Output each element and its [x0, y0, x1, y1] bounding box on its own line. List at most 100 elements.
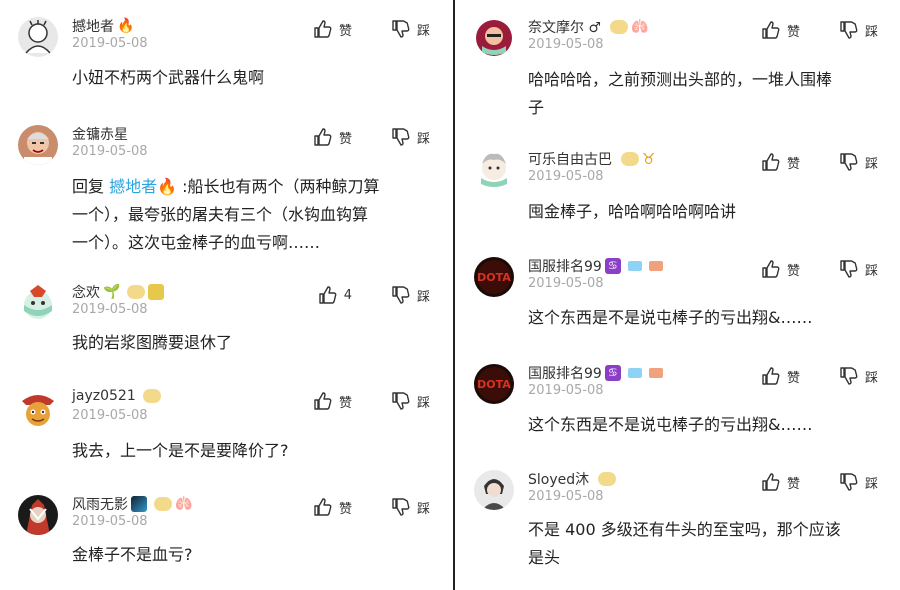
timestamp: 2019-05-08	[528, 383, 604, 398]
comment-text: 哈哈哈哈，之前预测出头部的，一堆人围棒 子	[528, 66, 876, 122]
comment-item: DOTA 国服排名99 ♋ 2019-05-08 赞 踩 这个东西是不是说屯棒子的…	[456, 364, 900, 454]
like-button[interactable]: 赞	[761, 472, 800, 492]
level-badge	[142, 389, 161, 403]
username[interactable]: 念欢 🌱	[72, 282, 165, 302]
mention-link[interactable]: 撼地者🔥	[109, 177, 177, 196]
thumbs-up-icon	[762, 367, 780, 385]
comment-item: 风雨无影 🫁 2019-05-08 赞 踩 金棒子不是血亏?	[0, 495, 452, 575]
avatar[interactable]	[18, 17, 58, 57]
dislike-button[interactable]: 踩	[391, 391, 430, 411]
flag-icon	[648, 261, 663, 271]
dislike-button[interactable]: 踩	[839, 20, 878, 40]
avatar[interactable]	[474, 150, 514, 190]
comment-item: 奈文摩尔 ♂ 🫁 2019-05-08 赞 踩 哈哈哈哈，之前预测出头部的，一堆人…	[456, 18, 900, 128]
comment-screenshot: 撼地者 🔥 2019-05-08 赞 踩 小妞不朽两个武器什么鬼啊 金镛赤星 20…	[0, 0, 900, 590]
comment-line: 是头	[528, 548, 561, 567]
level-badge	[598, 472, 617, 486]
diamond-icon	[627, 368, 642, 378]
comment-line: 子	[528, 98, 545, 117]
username[interactable]: 可乐自由古巴 ♉	[528, 149, 655, 169]
like-button[interactable]: 赞	[313, 127, 352, 147]
thumbs-up-icon	[319, 286, 337, 304]
fire-icon: 🔥	[117, 18, 135, 34]
thumbs-down-icon	[840, 260, 858, 278]
avatar[interactable]	[18, 389, 58, 429]
svg-text:DOTA: DOTA	[477, 271, 511, 284]
comment-text: 不是 400 多级还有牛头的至宝吗，那个应该 是头	[528, 516, 876, 572]
dislike-button[interactable]: 踩	[839, 472, 878, 492]
thumbs-down-icon	[840, 367, 858, 385]
avatar[interactable]	[18, 125, 58, 165]
thumbs-down-icon	[392, 286, 410, 304]
thumbs-down-icon	[840, 21, 858, 39]
reply-prefix: 回复	[72, 177, 110, 196]
thumbs-up-icon	[762, 473, 780, 491]
comment-item: 可乐自由古巴 ♉ 2019-05-08 赞 踩 囤金棒子，哈哈啊哈哈啊哈讲	[456, 150, 900, 240]
comment-line: 不是 400 多级还有牛头的至宝吗，那个应该	[528, 520, 841, 539]
level-badge	[610, 20, 629, 34]
avatar[interactable]	[474, 470, 514, 510]
taurus-icon: ♉	[642, 150, 656, 168]
comment-item: 撼地者 🔥 2019-05-08 赞 踩 小妞不朽两个武器什么鬼啊	[0, 17, 452, 117]
timestamp: 2019-05-08	[72, 302, 148, 317]
like-button[interactable]: 赞	[313, 19, 352, 39]
dislike-button[interactable]: 踩	[839, 366, 878, 386]
avatar[interactable]	[474, 18, 514, 58]
column-divider	[453, 0, 455, 590]
timestamp: 2019-05-08	[72, 514, 148, 529]
sprout-icon: 🌱	[103, 284, 121, 300]
username[interactable]: 奈文摩尔 ♂ 🫁	[528, 17, 648, 37]
username[interactable]: jayz0521	[72, 388, 161, 404]
level-badge	[127, 285, 146, 299]
thumbs-up-icon	[762, 260, 780, 278]
timestamp: 2019-05-08	[72, 36, 148, 51]
username[interactable]: Sloyed沐	[528, 469, 617, 489]
avatar[interactable]: DOTA	[474, 257, 514, 297]
thumbs-down-icon	[392, 498, 410, 516]
level-badge	[154, 497, 172, 511]
comment-item: jayz0521 2019-05-08 赞 踩 我去，上一个是不是要降价了?	[0, 388, 452, 469]
like-button[interactable]: 赞	[761, 259, 800, 279]
username[interactable]: 撼地者 🔥	[72, 16, 134, 36]
like-button[interactable]: 4	[318, 285, 352, 305]
dislike-button[interactable]: 踩	[391, 19, 430, 39]
like-button[interactable]: 赞	[761, 152, 800, 172]
dislike-button[interactable]: 踩	[839, 259, 878, 279]
thumbs-down-icon	[392, 128, 410, 146]
username[interactable]: 风雨无影 🫁	[72, 494, 192, 514]
gold-medal-icon	[148, 284, 165, 300]
timestamp: 2019-05-08	[72, 408, 148, 423]
like-count: 4	[343, 287, 352, 303]
like-button[interactable]: 赞	[313, 391, 352, 411]
avatar[interactable]	[18, 495, 58, 535]
dislike-button[interactable]: 踩	[391, 127, 430, 147]
thumbs-up-icon	[314, 498, 332, 516]
right-column: 奈文摩尔 ♂ 🫁 2019-05-08 赞 踩 哈哈哈哈，之前预测出头部的，一堆人…	[456, 0, 900, 590]
comment-line: 一个），最夸张的屠夫有三个（水钩血钩算	[72, 205, 369, 224]
dislike-button[interactable]: 踩	[391, 285, 430, 305]
svg-text:DOTA: DOTA	[477, 378, 511, 391]
like-button[interactable]: 赞	[761, 20, 800, 40]
lungs-icon: 🫁	[631, 19, 649, 35]
comment-item: 金镛赤星 2019-05-08 赞 踩 回复 撼地者🔥 :船长也有两个（两种鲸刀…	[0, 125, 452, 265]
comment-text: 我去，上一个是不是要降价了?	[72, 441, 289, 460]
dislike-button[interactable]: 踩	[839, 152, 878, 172]
comment-item: 念欢 🌱 2019-05-08 4 踩 我的岩浆图腾要退休了	[0, 283, 452, 363]
dislike-button[interactable]: 踩	[391, 497, 430, 517]
avatar[interactable]	[18, 283, 58, 323]
avatar[interactable]: DOTA	[474, 364, 514, 404]
username[interactable]: 金镛赤星	[72, 124, 128, 144]
sky-badge	[131, 496, 147, 512]
comment-text: 回复 撼地者🔥 :船长也有两个（两种鲸刀算 一个），最夸张的屠夫有三个（水钩血钩…	[72, 173, 428, 257]
thumbs-down-icon	[840, 153, 858, 171]
timestamp: 2019-05-08	[72, 144, 148, 159]
like-button[interactable]: 赞	[761, 366, 800, 386]
like-button[interactable]: 赞	[313, 497, 352, 517]
comment-item: Sloyed沐 2019-05-08 赞 踩 不是 400 多级还有牛头的至宝吗…	[456, 470, 900, 580]
timestamp: 2019-05-08	[528, 169, 604, 184]
username[interactable]: 国服排名99 ♋	[528, 256, 663, 276]
timestamp: 2019-05-08	[528, 489, 604, 504]
username[interactable]: 国服排名99 ♋	[528, 363, 663, 383]
comment-text: 我的岩浆图腾要退休了	[72, 333, 233, 352]
left-column: 撼地者 🔥 2019-05-08 赞 踩 小妞不朽两个武器什么鬼啊 金镛赤星 20…	[0, 0, 452, 590]
